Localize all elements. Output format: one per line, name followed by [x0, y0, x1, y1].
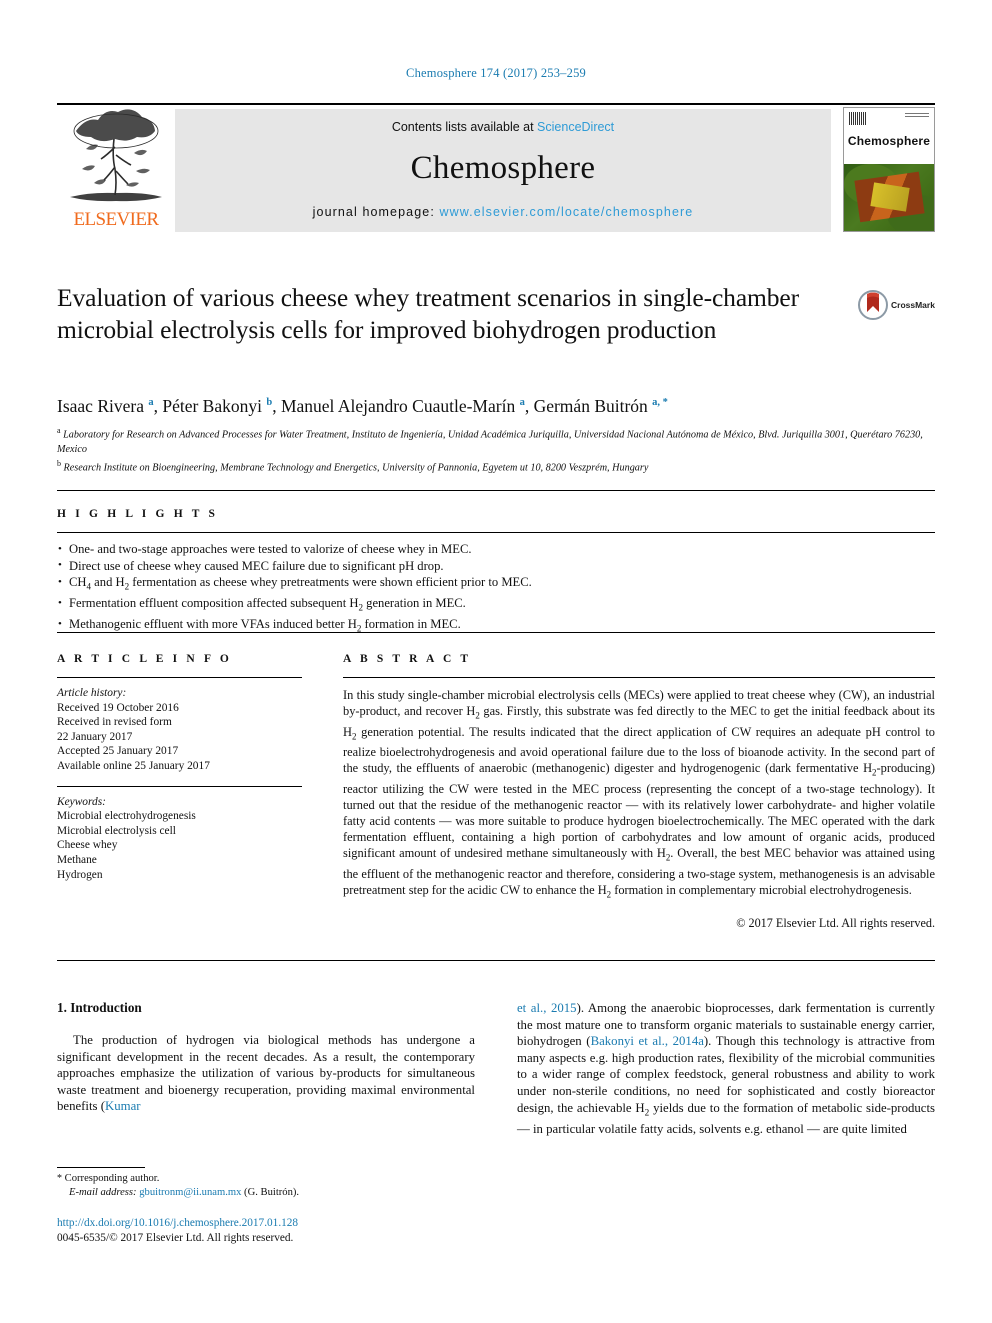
list-item: Methanogenic effluent with more VFAs ind… — [57, 616, 935, 637]
abstract-text: In this study single-chamber microbial e… — [343, 688, 935, 900]
abstract-section: A B S T R A C T In this study single-cha… — [343, 653, 935, 931]
corresponding-author-text: Corresponding author. — [64, 1173, 160, 1184]
list-item: Available online 25 January 2017 — [57, 759, 210, 772]
list-item: Received in revised form — [57, 716, 172, 729]
list-item: Microbial electrolysis cell — [57, 824, 176, 837]
introduction-paragraph-right: et al., 2015). Among the anaerobic biopr… — [517, 1001, 935, 1136]
article-history-lines: Received 19 October 2016 Received in revi… — [57, 701, 302, 774]
sciencedirect-link[interactable]: ScienceDirect — [537, 120, 614, 134]
article-info-divider — [57, 677, 302, 678]
list-item: 22 January 2017 — [57, 730, 133, 743]
abstract-divider — [343, 677, 935, 678]
running-head: Chemosphere 174 (2017) 253–259 — [406, 66, 586, 80]
copyright-line: © 2017 Elsevier Ltd. All rights reserved… — [736, 916, 935, 931]
article-history-label: Article history: — [57, 687, 127, 699]
list-item: Received 19 October 2016 — [57, 701, 179, 714]
journal-cover-thumbnail: Chemosphere — [843, 107, 935, 232]
elsevier-wordmark: ELSEVIER — [73, 209, 160, 230]
article-info-section: A R T I C L E I N F O Article history: R… — [57, 653, 302, 882]
journal-homepage-line: journal homepage: www.elsevier.com/locat… — [175, 205, 831, 219]
page-title: Evaluation of various cheese whey treatm… — [57, 283, 800, 344]
doi-block: http://dx.doi.org/10.1016/j.chemosphere.… — [57, 1216, 487, 1246]
contents-available-line: Contents lists available at ScienceDirec… — [175, 109, 831, 134]
journal-homepage-link[interactable]: www.elsevier.com/locate/chemosphere — [439, 205, 693, 219]
cover-微-text — [905, 113, 929, 117]
crossmark-label: CrossMark — [891, 300, 935, 310]
highlights-section: H I G H L I G H T S One- and two-stage a… — [57, 508, 935, 638]
list-item: Microbial electrohydrogenesis — [57, 810, 196, 823]
divider-above-body — [57, 960, 935, 961]
list-item: Accepted 25 January 2017 — [57, 745, 179, 758]
title-area: Evaluation of various cheese whey treatm… — [57, 282, 847, 346]
list-item: Fermentation effluent composition affect… — [57, 595, 935, 616]
list-item: Methane — [57, 853, 97, 866]
cover-journal-title: Chemosphere — [847, 134, 931, 148]
article-info-separator — [57, 785, 302, 787]
affiliations: a Laboratory for Research on Advanced Pr… — [57, 424, 937, 475]
keywords-label: Keywords: — [57, 795, 106, 808]
article-info-heading: A R T I C L E I N F O — [57, 653, 232, 665]
doi-link[interactable]: http://dx.doi.org/10.1016/j.chemosphere.… — [57, 1216, 487, 1231]
introduction-right-column: et al., 2015). Among the anaerobic biopr… — [517, 1000, 935, 1137]
list-item: Direct use of cheese whey caused MEC fai… — [57, 557, 935, 575]
divider-above-highlights — [57, 490, 935, 491]
email-link[interactable]: gbuitronm@ii.unam.mx — [139, 1187, 241, 1198]
list-item: One- and two-stage approaches were teste… — [57, 541, 935, 558]
keywords-lines: Microbial electrohydrogenesis Microbial e… — [57, 809, 302, 882]
affiliation-a: a Laboratory for Research on Advanced Pr… — [57, 426, 923, 455]
paper-page: Chemosphere 174 (2017) 253–259 ELSEVIER … — [0, 0, 992, 1323]
barcode-icon — [849, 112, 866, 125]
corresponding-author-note: * Corresponding author. — [57, 1172, 477, 1186]
issn-copyright-line: 0045-6535/© 2017 Elsevier Ltd. All right… — [57, 1232, 294, 1244]
introduction-heading: 1. Introduction — [57, 1000, 142, 1015]
elsevier-tree-icon — [70, 109, 162, 202]
abstract-heading: A B S T R A C T — [343, 653, 472, 665]
cover-top-area: Chemosphere — [844, 108, 934, 164]
journal-title: Chemosphere — [410, 150, 596, 186]
cover-artwork — [844, 164, 934, 231]
introduction-left-column: 1. Introduction The production of hydrog… — [57, 1000, 475, 1115]
author-list: Isaac Rivera a, Péter Bakonyi b, Manuel … — [57, 396, 668, 416]
list-item: Hydrogen — [57, 868, 103, 881]
elsevier-logo: ELSEVIER — [57, 105, 175, 236]
footnote-divider — [57, 1167, 145, 1168]
masthead-center-panel: Contents lists available at ScienceDirec… — [175, 109, 831, 232]
footnote-block: * Corresponding author. E-mail address: … — [57, 1172, 477, 1201]
email-owner: (G. Buitrón). — [244, 1187, 300, 1199]
affiliation-b-text: Research Institute on Bioengineering, Me… — [63, 462, 649, 474]
keywords-group: Keywords: Microbial electrohydrogenesis M… — [57, 795, 302, 883]
divider-below-highlights — [57, 632, 935, 633]
highlights-list: One- and two-stage approaches were teste… — [57, 541, 935, 638]
journal-masthead: ELSEVIER Contents lists available at Sci… — [57, 103, 935, 238]
asterisk-icon: * — [57, 1173, 62, 1184]
crossmark-icon — [858, 290, 888, 320]
homepage-prefix: journal homepage: — [312, 205, 440, 219]
list-item: Cheese whey — [57, 839, 118, 852]
article-history-group: Article history: Received 19 October 201… — [57, 686, 302, 774]
crossmark-badge[interactable]: CrossMark — [858, 288, 944, 322]
introduction-paragraph-left: The production of hydrogen via biologica… — [57, 1033, 475, 1114]
list-item: CH4 and H2 fermentation as cheese whey p… — [57, 574, 935, 595]
affiliation-b: b Research Institute on Bioengineering, … — [57, 458, 649, 474]
contents-prefix: Contents lists available at — [391, 120, 538, 134]
email-label: E-mail address: — [69, 1187, 137, 1199]
highlights-heading: H I G H L I G H T S — [57, 508, 219, 520]
affiliation-a-text: Laboratory for Research on Advanced Proc… — [57, 429, 923, 455]
email-note: E-mail address: gbuitronm@ii.unam.mx (G.… — [57, 1186, 477, 1200]
highlights-divider — [57, 532, 935, 533]
